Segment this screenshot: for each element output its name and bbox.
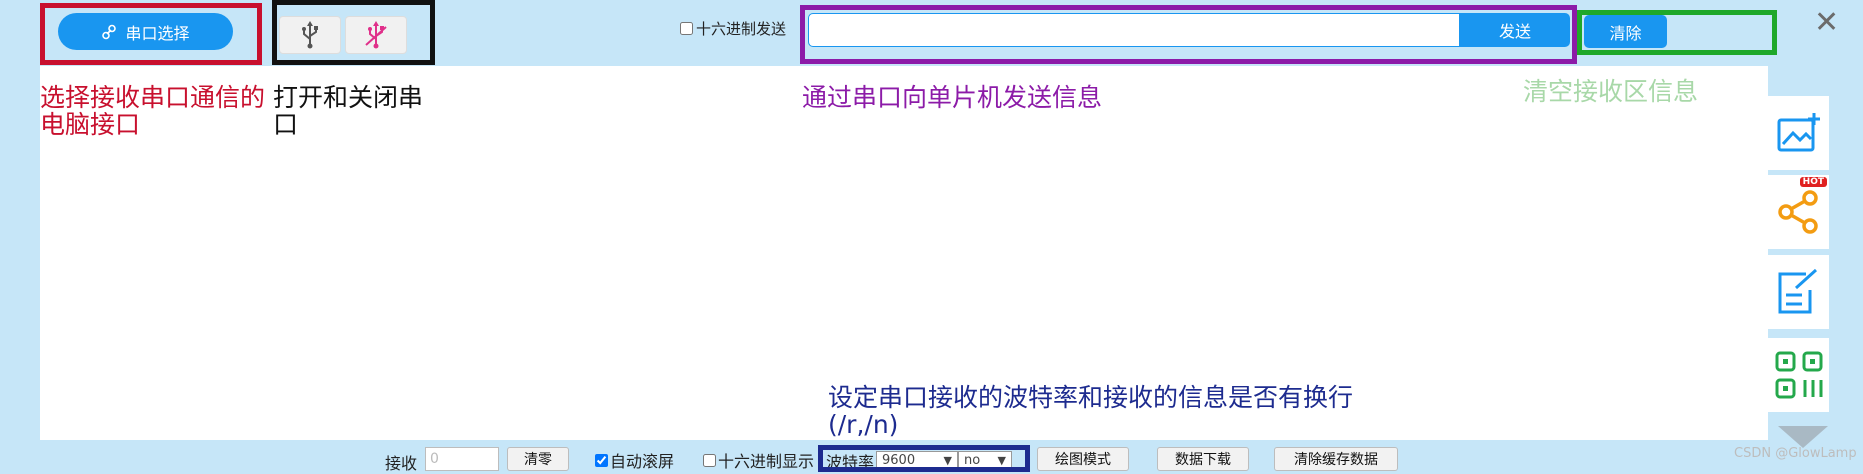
sidebar-item-image[interactable]	[1768, 96, 1829, 170]
sidebar-item-edit[interactable]	[1768, 255, 1829, 329]
annotation-box-usb	[272, 0, 435, 65]
hex-display-label: 十六进制显示	[718, 452, 815, 471]
annotation-box-send	[800, 5, 1577, 64]
annotation-send: 通过串口向单片机发送信息	[802, 83, 1103, 112]
hot-badge: HOT	[1799, 177, 1827, 187]
annotation-box-baud	[818, 445, 1030, 472]
share-icon	[1777, 190, 1818, 234]
hex-send-label: 十六进制发送	[696, 20, 787, 38]
close-icon[interactable]: ✕	[1814, 8, 1839, 38]
sidebar-item-share[interactable]: HOT	[1768, 175, 1829, 249]
auto-scroll-checkbox[interactable]: 自动滚屏	[595, 448, 674, 472]
plot-mode-button[interactable]: 绘图模式	[1037, 447, 1129, 471]
auto-scroll-check[interactable]	[595, 453, 608, 467]
annotation-baud: 设定串口接收的波特率和接收的信息是否有换行(/r,/n)	[828, 383, 1354, 439]
clear-cache-button[interactable]: 清除缓存数据	[1274, 447, 1398, 471]
sidebar-item-qrcode[interactable]	[1768, 338, 1829, 412]
watermark: CSDN @GlowLamp	[1734, 446, 1857, 461]
receive-count-input[interactable]: 0	[425, 447, 499, 471]
hex-display-checkbox[interactable]: 十六进制显示	[703, 448, 814, 472]
hex-display-check[interactable]	[703, 453, 716, 467]
auto-scroll-label: 自动滚屏	[610, 452, 675, 471]
scroll-down-icon[interactable]	[1778, 426, 1828, 448]
receive-label: 接收	[385, 454, 418, 473]
annotation-usb: 打开和关闭串口	[273, 83, 424, 139]
hex-send-checkbox[interactable]: 十六进制发送	[680, 18, 786, 39]
annotation-port: 选择接收串口通信的电脑接口	[40, 83, 266, 139]
edit-icon	[1778, 268, 1817, 314]
data-download-button[interactable]: 数据下载	[1157, 447, 1249, 471]
zero-button[interactable]: 清零	[507, 447, 569, 471]
annotation-clear: 清空接收区信息	[1523, 77, 1699, 106]
annotation-box-clear	[1577, 10, 1777, 55]
qrcode-icon	[1775, 351, 1822, 399]
annotation-box-port	[40, 3, 262, 65]
hex-send-check[interactable]	[680, 22, 693, 35]
image-add-icon	[1777, 113, 1820, 152]
